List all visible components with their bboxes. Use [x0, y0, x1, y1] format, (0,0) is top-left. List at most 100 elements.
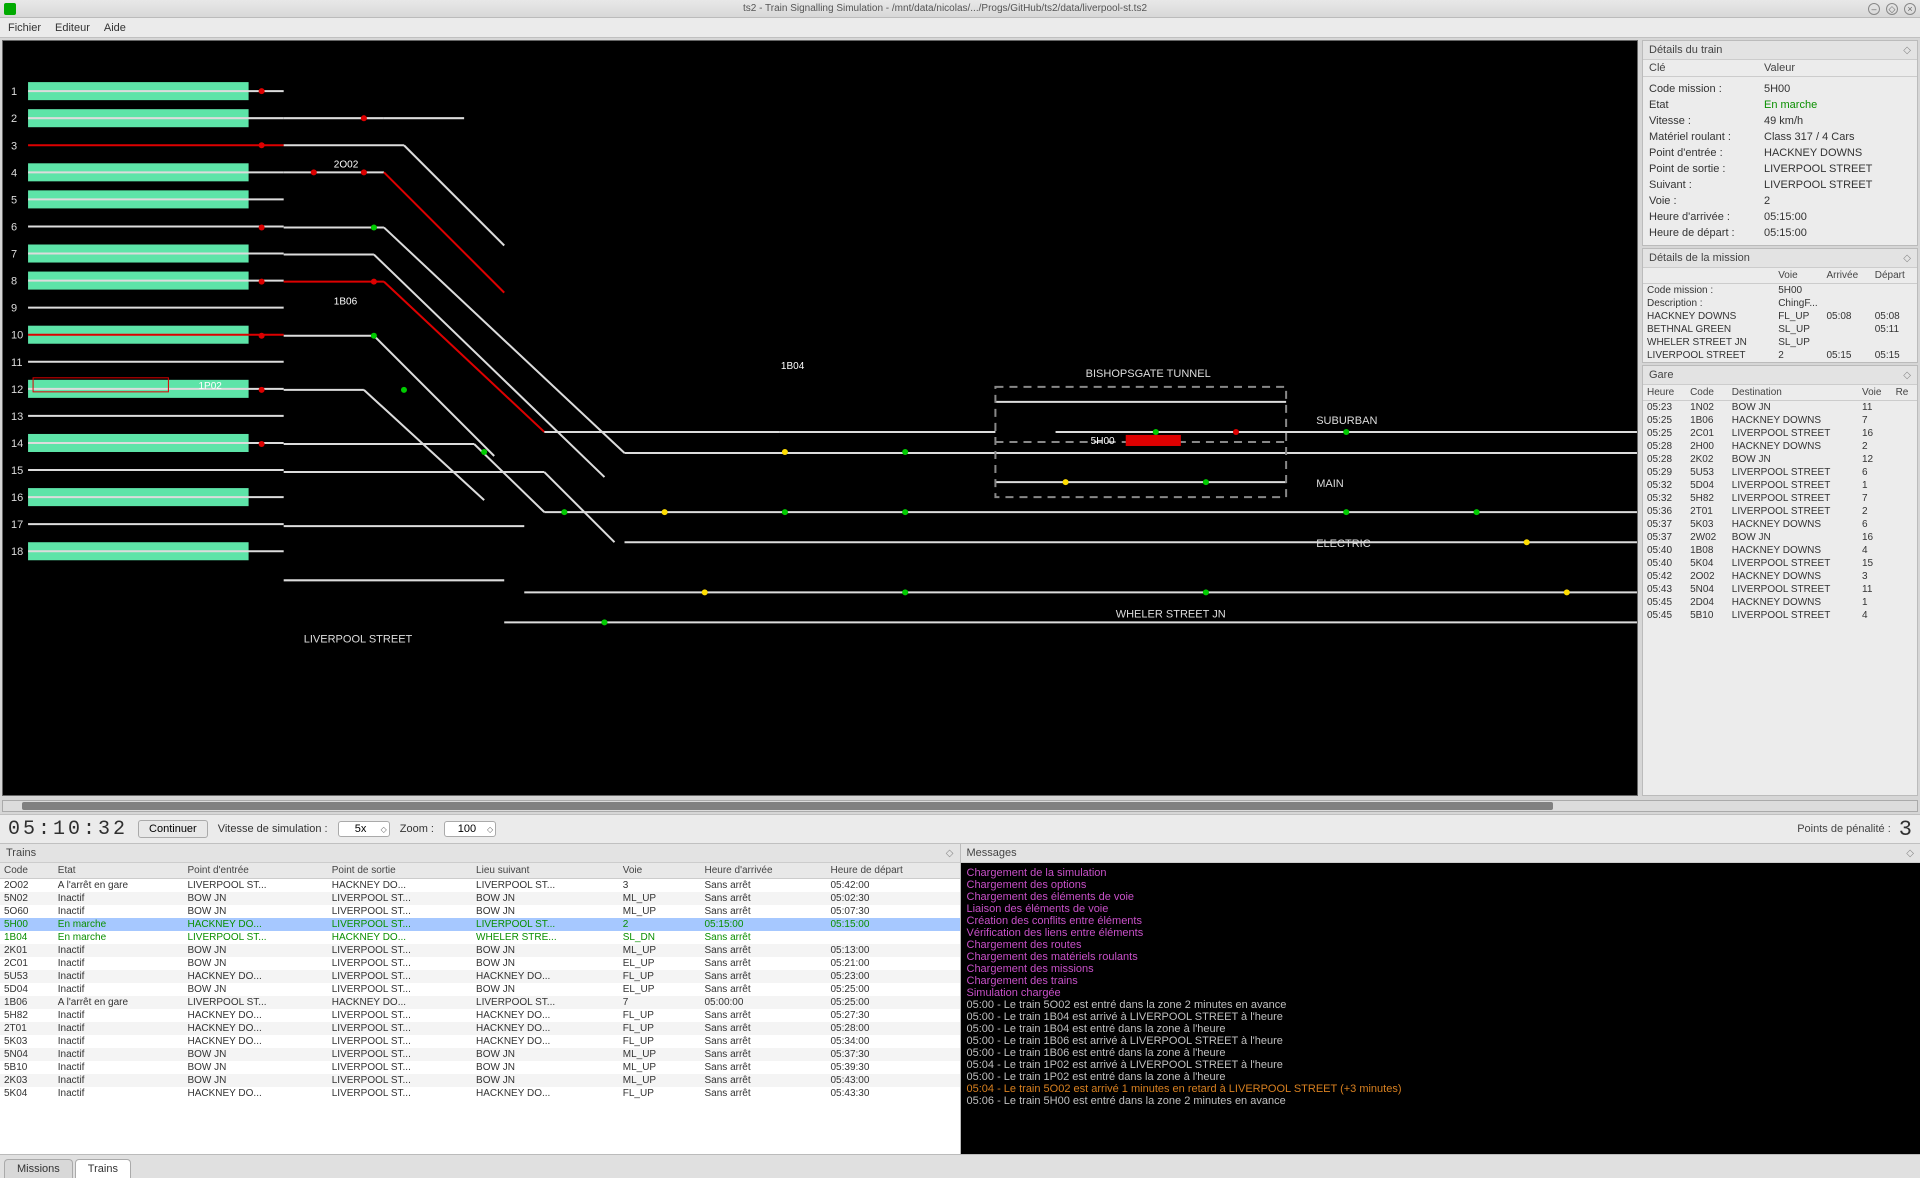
train-row[interactable]: 5K04InactifHACKNEY DO...LIVERPOOL ST...H…: [0, 1087, 960, 1100]
train-row[interactable]: 5D04InactifBOW JNLIVERPOOL ST...BOW JNEL…: [0, 983, 960, 996]
gare-row[interactable]: 05:282K02BOW JN12: [1643, 453, 1917, 466]
log-line: Chargement des matériels roulants: [967, 951, 1915, 963]
gare-row[interactable]: 05:435N04LIVERPOOL STREET11: [1643, 583, 1917, 596]
caret-icon[interactable]: ◇: [381, 825, 387, 834]
menu-file[interactable]: Fichier: [8, 22, 41, 34]
log-line: 05:04 - Le train 5O02 est arrivé 1 minut…: [967, 1083, 1915, 1095]
track-svg[interactable]: 123456789101112131415161718: [3, 41, 1637, 773]
gare-row[interactable]: 05:452D04HACKNEY DOWNS1: [1643, 596, 1917, 609]
train-row[interactable]: 5O60InactifBOW JNLIVERPOOL ST...BOW JNML…: [0, 905, 960, 918]
tab-trains[interactable]: Trains: [75, 1159, 131, 1178]
caret-icon[interactable]: ◇: [487, 825, 493, 834]
svg-text:8: 8: [11, 276, 17, 288]
zoom-input[interactable]: [447, 823, 487, 835]
collapse-icon[interactable]: ◇: [946, 848, 954, 859]
kv-row: Matériel roulant :Class 317 / 4 Cars: [1649, 129, 1911, 145]
track-diagram[interactable]: 123456789101112131415161718: [2, 40, 1638, 796]
tab-missions[interactable]: Missions: [4, 1159, 73, 1178]
train-1p02-label: 1P02: [198, 381, 222, 392]
kv-row: Vitesse :49 km/h: [1649, 113, 1911, 129]
train-row[interactable]: 2K01InactifBOW JNLIVERPOOL ST...BOW JNML…: [0, 944, 960, 957]
train-row[interactable]: 2T01InactifHACKNEY DO...LIVERPOOL ST...H…: [0, 1022, 960, 1035]
train-row[interactable]: 1B06A l'arrêt en gareLIVERPOOL ST...HACK…: [0, 996, 960, 1009]
scrollbar-thumb[interactable]: [22, 802, 1553, 810]
continue-button[interactable]: Continuer: [138, 820, 208, 838]
zoom-spinner[interactable]: ◇: [444, 821, 496, 837]
sim-speed-spinner[interactable]: ◇: [338, 821, 390, 837]
trains-col-header[interactable]: Heure de départ: [826, 863, 959, 879]
log-line: Simulation chargée: [967, 987, 1915, 999]
gare-row[interactable]: 05:325D04LIVERPOOL STREET1: [1643, 479, 1917, 492]
svg-text:12: 12: [11, 384, 23, 396]
trains-col-header[interactable]: Point d'entrée: [183, 863, 327, 879]
gare-row[interactable]: 05:295U53LIVERPOOL STREET6: [1643, 466, 1917, 479]
train-row[interactable]: 2K03InactifBOW JNLIVERPOOL ST...BOW JNML…: [0, 1074, 960, 1087]
track-h-scrollbar[interactable]: [2, 800, 1918, 812]
log-line: 05:06 - Le train 5H00 est entré dans la …: [967, 1095, 1915, 1107]
collapse-icon[interactable]: ◇: [1903, 45, 1911, 56]
train-row[interactable]: 5K03InactifHACKNEY DO...LIVERPOOL ST...H…: [0, 1035, 960, 1048]
train-row[interactable]: 2C01InactifBOW JNLIVERPOOL ST...BOW JNEL…: [0, 957, 960, 970]
svg-text:18: 18: [11, 546, 23, 558]
kv-row: Heure de départ :05:15:00: [1649, 225, 1911, 241]
gare-row[interactable]: 05:401B08HACKNEY DOWNS4: [1643, 544, 1917, 557]
svg-text:1: 1: [11, 86, 17, 98]
gare-row[interactable]: 05:251B06HACKNEY DOWNS7: [1643, 414, 1917, 427]
main-label: MAIN: [1316, 478, 1344, 490]
trains-col-header[interactable]: Point de sortie: [328, 863, 472, 879]
trains-panel: Trains◇ CodeEtatPoint d'entréePoint de s…: [0, 844, 961, 1154]
gare-row[interactable]: 05:405K04LIVERPOOL STREET15: [1643, 557, 1917, 570]
collapse-icon[interactable]: ◇: [1906, 848, 1914, 859]
gare-row[interactable]: 05:375K03HACKNEY DOWNS6: [1643, 518, 1917, 531]
trains-col-header[interactable]: Voie: [619, 863, 688, 879]
sim-speed-input[interactable]: [341, 823, 381, 835]
panel-title: Détails de la mission: [1649, 252, 1750, 264]
gare-row[interactable]: 05:282H00HACKNEY DOWNS2: [1643, 440, 1917, 453]
close-icon[interactable]: ×: [1904, 3, 1916, 15]
log-line: Chargement des missions: [967, 963, 1915, 975]
svg-text:11: 11: [11, 357, 22, 369]
train-5h00-label: 5H00: [1091, 436, 1115, 447]
gare-row[interactable]: 05:325H82LIVERPOOL STREET7: [1643, 492, 1917, 505]
train-row[interactable]: 5H82InactifHACKNEY DO...LIVERPOOL ST...H…: [0, 1009, 960, 1022]
trains-col-header[interactable]: Lieu suivant: [472, 863, 619, 879]
gare-row[interactable]: 05:422O02HACKNEY DOWNS3: [1643, 570, 1917, 583]
train-row[interactable]: 5N04InactifBOW JNLIVERPOOL ST...BOW JNML…: [0, 1048, 960, 1061]
train-1b06-label: 1B06: [334, 297, 358, 308]
train-2o02-label: 2O02: [334, 159, 359, 170]
kv-row: EtatEn marche: [1649, 97, 1911, 113]
log-line: Vérification des liens entre éléments: [967, 927, 1915, 939]
log-line: Chargement des éléments de voie: [967, 891, 1915, 903]
trains-col-header[interactable]: Etat: [54, 863, 184, 879]
train-row[interactable]: 5U53InactifHACKNEY DO...LIVERPOOL ST...H…: [0, 970, 960, 983]
svg-text:3: 3: [11, 140, 17, 152]
minimize-icon[interactable]: –: [1868, 3, 1880, 15]
trains-col-header[interactable]: Heure d'arrivée: [701, 863, 827, 879]
menu-help[interactable]: Aide: [104, 22, 126, 34]
gare-row[interactable]: 05:455B10LIVERPOOL STREET4: [1643, 609, 1917, 622]
menu-editor[interactable]: Editeur: [55, 22, 90, 34]
svg-text:9: 9: [11, 303, 17, 315]
log-line: Chargement des trains: [967, 975, 1915, 987]
svg-text:10: 10: [11, 330, 23, 342]
gare-row[interactable]: 05:231N02BOW JN11: [1643, 401, 1917, 415]
collapse-icon[interactable]: ◇: [1903, 370, 1911, 381]
train-row[interactable]: 1B04En marcheLIVERPOOL ST...HACKNEY DO..…: [0, 931, 960, 944]
train-row[interactable]: 5N02InactifBOW JNLIVERPOOL ST...BOW JNML…: [0, 892, 960, 905]
gare-row[interactable]: 05:362T01LIVERPOOL STREET2: [1643, 505, 1917, 518]
train-row[interactable]: 2O02A l'arrêt en gareLIVERPOOL ST...HACK…: [0, 879, 960, 893]
mission-stop-row: WHELER STREET JNSL_UP: [1643, 336, 1917, 349]
maximize-icon[interactable]: ◇: [1886, 3, 1898, 15]
trains-col-header[interactable]: Code: [0, 863, 54, 879]
message-log[interactable]: Chargement de la simulationChargement de…: [961, 863, 1920, 1154]
gare-row[interactable]: 05:372W02BOW JN16: [1643, 531, 1917, 544]
menubar: Fichier Editeur Aide: [0, 18, 1920, 38]
gare-row[interactable]: 05:252C01LIVERPOOL STREET16: [1643, 427, 1917, 440]
penalty-value: 3: [1899, 817, 1912, 842]
kv-row: Code mission :5H00: [1649, 81, 1911, 97]
train-row[interactable]: 5H00En marcheHACKNEY DO...LIVERPOOL ST..…: [0, 918, 960, 931]
trains-col-header[interactable]: [687, 863, 700, 879]
train-row[interactable]: 5B10InactifBOW JNLIVERPOOL ST...BOW JNML…: [0, 1061, 960, 1074]
collapse-icon[interactable]: ◇: [1903, 253, 1911, 264]
svg-text:17: 17: [11, 519, 23, 531]
